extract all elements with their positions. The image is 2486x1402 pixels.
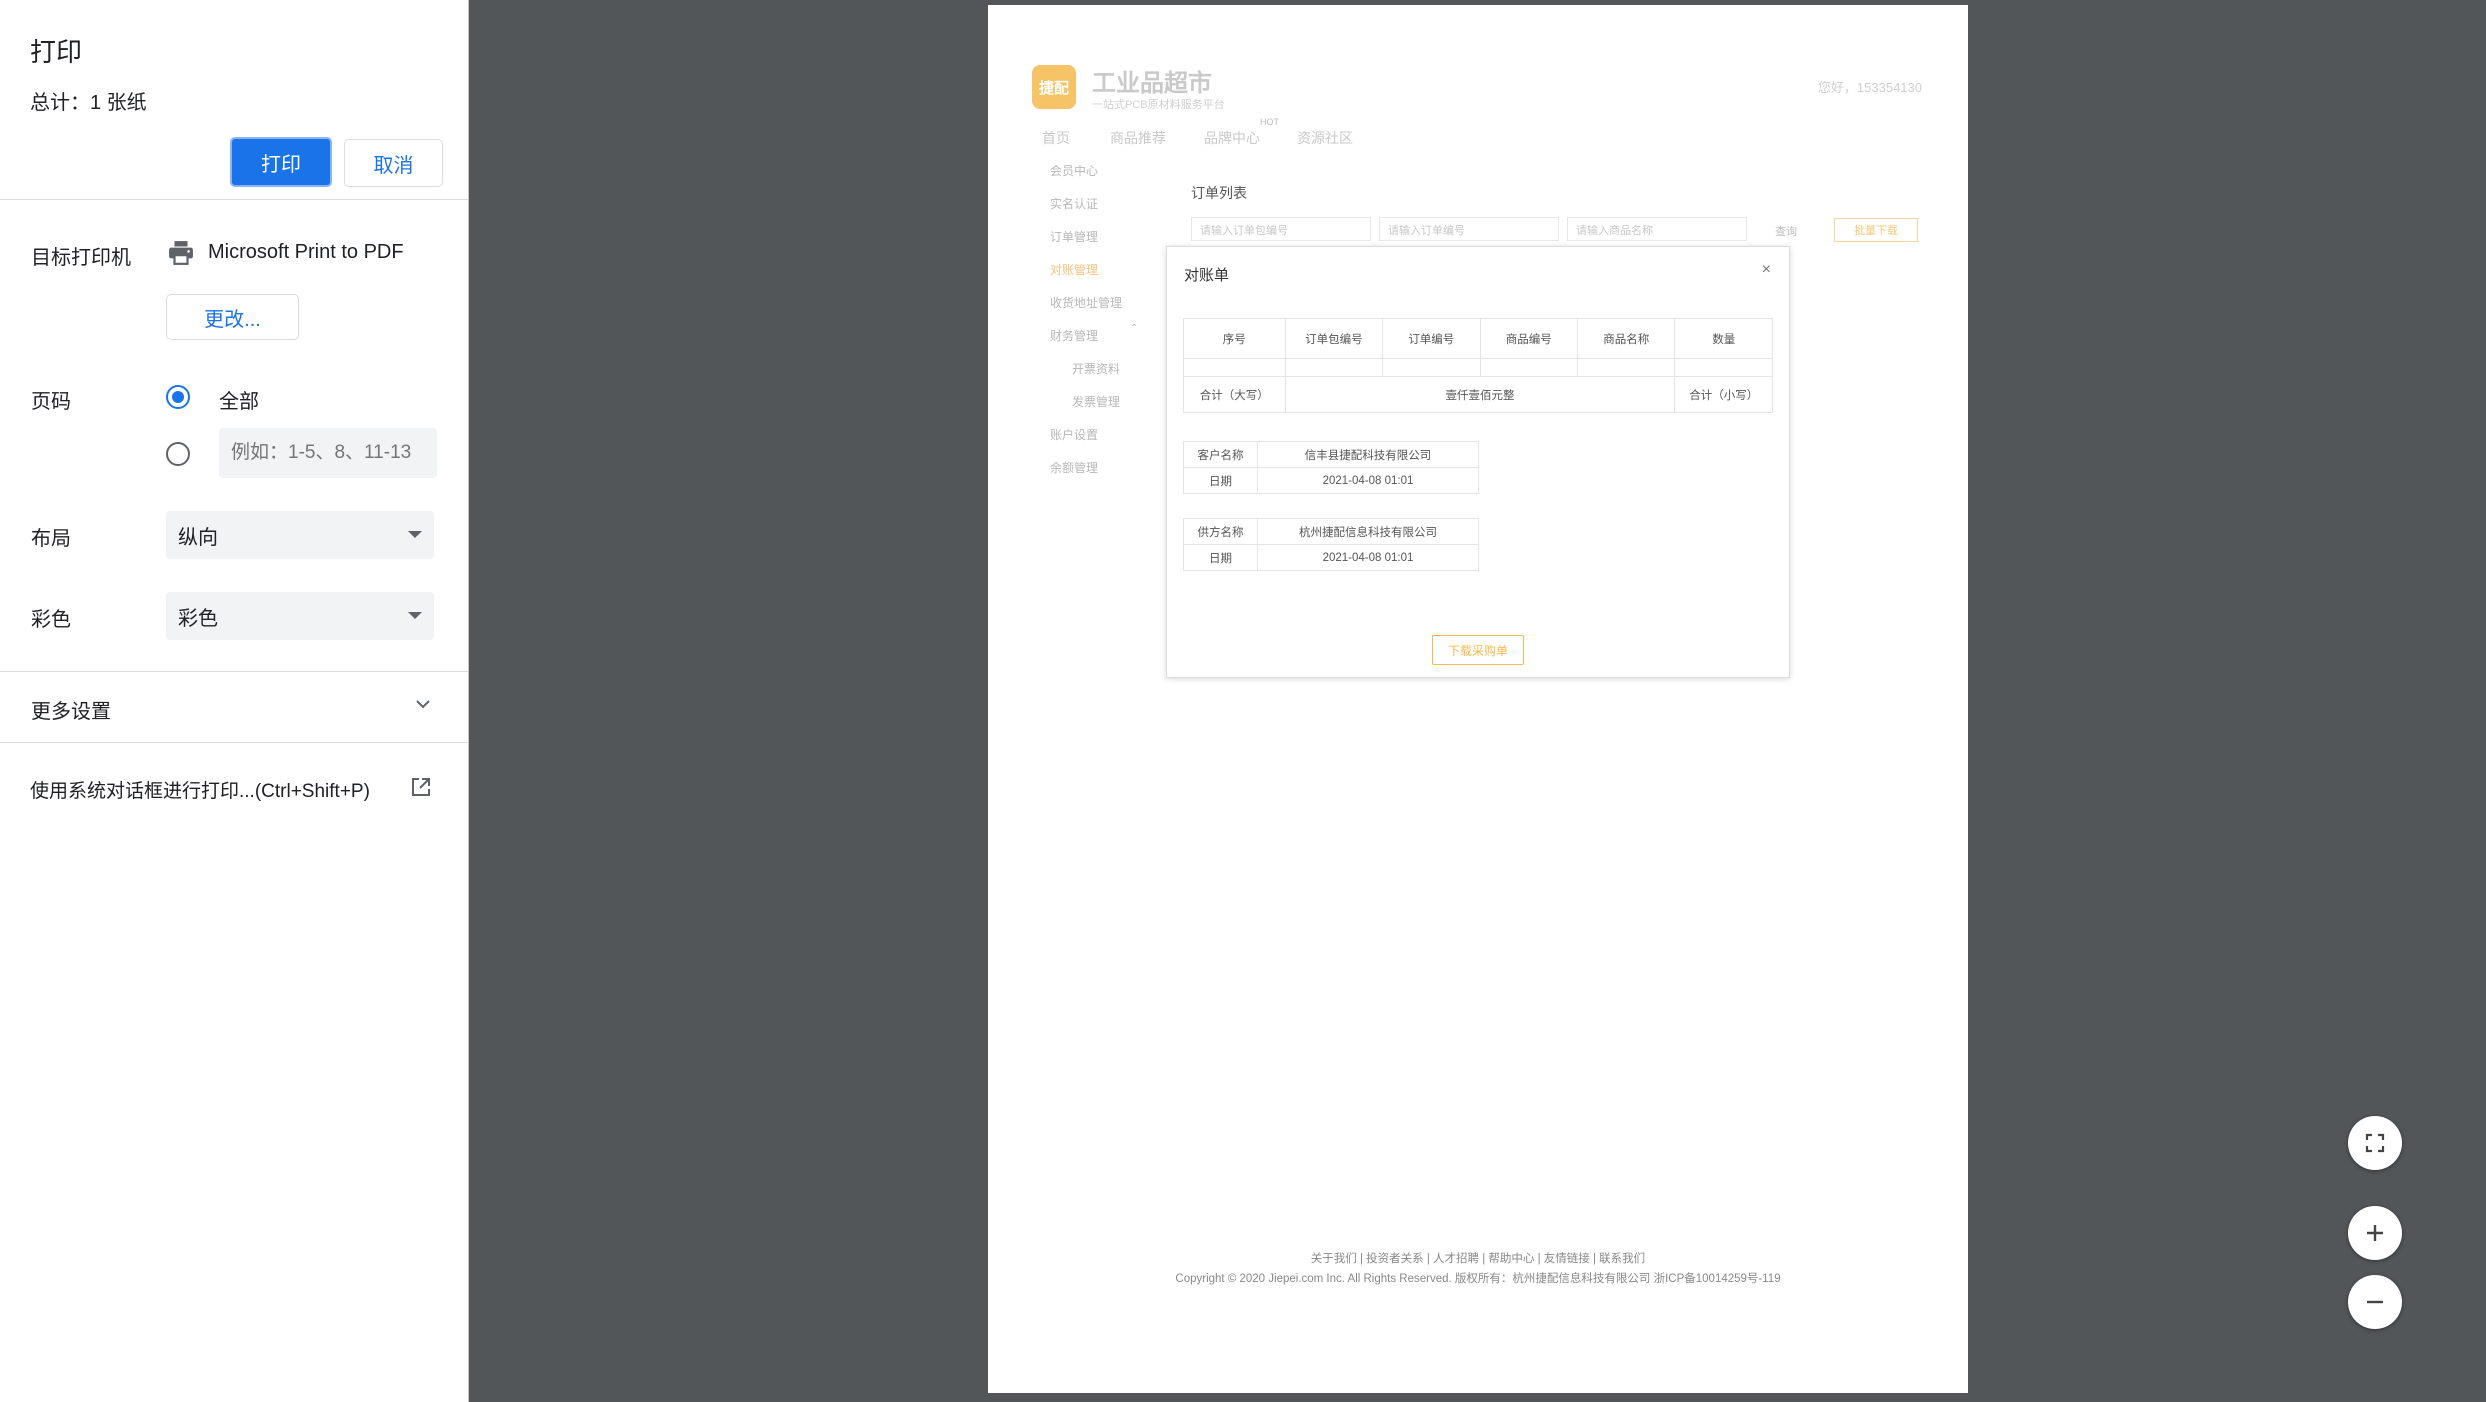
- sidebar-item: 实名认证: [1050, 197, 1099, 211]
- pages-custom-input[interactable]: [219, 428, 437, 478]
- divider: [0, 671, 468, 672]
- pages-all-radio[interactable]: [166, 385, 190, 409]
- footer-links: 关于我们 | 投资者关系 | 人才招聘 | 帮助中心 | 友情链接 | 联系我们: [1310, 1253, 1646, 1265]
- user-greeting: 您好，153354130: [1817, 80, 1922, 95]
- supplier-name: 杭州捷配信息科技有限公司: [1257, 518, 1479, 545]
- nav-item: 商品推荐: [1110, 130, 1166, 146]
- customer-date-label: 日期: [1183, 467, 1258, 494]
- order-list-title: 订单列表: [1191, 185, 1247, 201]
- nav-item: 资源社区: [1297, 130, 1353, 146]
- search-order-input: 请输入订单编号: [1379, 217, 1559, 241]
- query-button: 查询: [1775, 226, 1797, 238]
- zoom-in-button[interactable]: [2348, 1206, 2402, 1260]
- change-destination-button[interactable]: 更改...: [166, 294, 299, 340]
- statement-modal: 对账单 × 序号 订单包编号 订单编号 商品编号 商品名称 数量 合计（大写） …: [1166, 246, 1790, 678]
- total-upper-label: 合计（大写）: [1183, 376, 1286, 413]
- print-button[interactable]: 打印: [230, 137, 332, 187]
- open-external-icon[interactable]: [410, 776, 432, 798]
- nav-item: 品牌中心: [1204, 130, 1260, 146]
- divider: [0, 742, 468, 743]
- chevron-up-icon: ⌃: [1130, 323, 1139, 334]
- statement-table: 序号 订单包编号 订单编号 商品编号 商品名称 数量 合计（大写） 壹仟壹佰元整…: [1183, 318, 1773, 413]
- destination-label: 目标打印机: [31, 247, 131, 269]
- sidebar-item: 余额管理: [1050, 461, 1099, 475]
- supplier-name-label: 供方名称: [1183, 518, 1258, 545]
- sidebar-item: 会员中心: [1050, 164, 1099, 178]
- close-icon: ×: [1761, 261, 1771, 278]
- chevron-down-icon: [416, 700, 430, 709]
- more-settings-toggle[interactable]: 更多设置: [0, 676, 468, 740]
- total-upper-value: 壹仟壹佰元整: [1284, 376, 1676, 413]
- fit-to-page-icon: [2365, 1133, 2385, 1153]
- bulk-download-button: 批量下载: [1834, 218, 1918, 242]
- color-label: 彩色: [31, 609, 71, 631]
- pages-all-label: 全部: [219, 391, 259, 413]
- table-row: [1183, 358, 1773, 377]
- total-lower-label: 合计（小写）: [1674, 376, 1773, 413]
- sidebar-item: 账户设置: [1050, 428, 1099, 442]
- zoom-in-icon: [2367, 1225, 2383, 1241]
- search-product-input: 请输入商品名称: [1567, 217, 1747, 241]
- sidebar-item-active: 对账管理: [1050, 263, 1099, 277]
- customer-table: 客户名称 信丰县捷配科技有限公司 日期 2021-04-08 01:01: [1183, 441, 1479, 494]
- layout-value: 纵向: [178, 526, 218, 549]
- cancel-button[interactable]: 取消: [344, 139, 443, 187]
- dropdown-caret-icon: [408, 612, 422, 619]
- search-package-input: 请输入订单包编号: [1191, 217, 1371, 241]
- layout-select[interactable]: 纵向: [166, 511, 434, 559]
- supplier-date-label: 日期: [1183, 544, 1258, 571]
- supplier-table: 供方名称 杭州捷配信息科技有限公司 日期 2021-04-08 01:01: [1183, 518, 1479, 571]
- nav-item: 首页: [1042, 130, 1070, 146]
- sidebar-item: 订单管理: [1050, 230, 1099, 244]
- panel-title: 打印: [30, 37, 83, 67]
- customer-name: 信丰县捷配科技有限公司: [1257, 441, 1479, 468]
- dropdown-caret-icon: [408, 531, 422, 538]
- print-preview-page: 捷配 工业品超市 一站式PCB原材料服务平台 您好，153354130 首页 商…: [988, 5, 1968, 1393]
- column-header: 商品编号: [1479, 318, 1579, 359]
- footer-copyright: Copyright © 2020 Jiepei.com Inc. All Rig…: [1175, 1273, 1781, 1285]
- divider: [0, 199, 468, 200]
- pages-label: 页码: [31, 391, 71, 413]
- column-header: 商品名称: [1577, 318, 1676, 359]
- system-dialog-link[interactable]: 使用系统对话框进行打印...(Ctrl+Shift+P): [30, 776, 370, 803]
- print-settings-panel: 打印 总计：1 张纸 打印 取消 目标打印机 Microsoft Print t…: [0, 0, 469, 1402]
- nav-hot-badge: HOT: [1260, 117, 1279, 127]
- printer-name: Microsoft Print to PDF: [208, 241, 404, 263]
- customer-name-label: 客户名称: [1183, 441, 1258, 468]
- sheet-total: 总计：1 张纸: [30, 92, 147, 114]
- total-row: 合计（大写） 壹仟壹佰元整 合计（小写）: [1183, 376, 1773, 413]
- column-header: 订单包编号: [1284, 318, 1384, 359]
- layout-label: 布局: [31, 528, 71, 550]
- site-brand: 工业品超市: [1092, 70, 1212, 97]
- sidebar-subitem: 开票资料: [1072, 362, 1121, 376]
- download-purchase-order-button: 下载采购单: [1432, 635, 1524, 665]
- color-value: 彩色: [178, 607, 218, 630]
- sidebar-item: 财务管理: [1050, 329, 1099, 343]
- more-settings-label: 更多设置: [31, 701, 111, 723]
- sidebar-subitem: 发票管理: [1072, 395, 1121, 409]
- zoom-out-button[interactable]: [2348, 1275, 2402, 1329]
- fit-to-page-button[interactable]: [2348, 1116, 2402, 1170]
- pages-custom-radio[interactable]: [166, 442, 190, 466]
- column-header: 序号: [1183, 318, 1286, 359]
- modal-title: 对账单: [1184, 267, 1230, 284]
- column-header: 数量: [1674, 318, 1773, 359]
- supplier-date: 2021-04-08 01:01: [1257, 544, 1479, 571]
- zoom-out-icon: [2367, 1300, 2383, 1304]
- printer-icon: [169, 241, 193, 265]
- color-select[interactable]: 彩色: [166, 592, 434, 640]
- site-logo: 捷配: [1032, 65, 1076, 109]
- customer-date: 2021-04-08 01:01: [1257, 467, 1479, 494]
- column-header: 订单编号: [1382, 318, 1481, 359]
- site-brand-sub: 一站式PCB原材料服务平台: [1092, 99, 1225, 111]
- sidebar-item: 收货地址管理: [1050, 296, 1123, 310]
